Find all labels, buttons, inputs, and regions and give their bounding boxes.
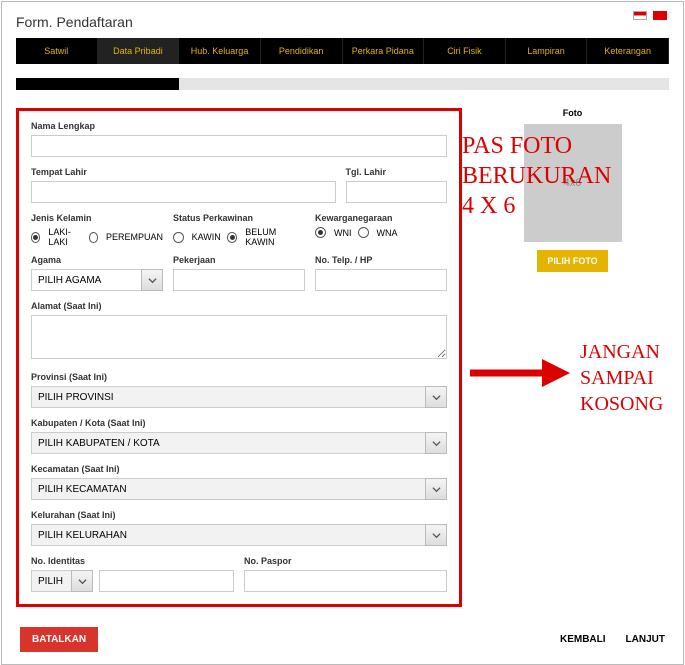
input-paspor[interactable] [244,570,447,592]
label-alamat: Alamat (Saat Ini) [31,301,447,311]
radio-laki[interactable] [31,232,40,243]
form-main: Nama Lengkap Tempat Lahir Tgl. Lahir Jen… [16,108,462,607]
tab-keterangan[interactable]: Keterangan [587,38,669,64]
tab-ciri-fisik[interactable]: Ciri Fisik [424,38,506,64]
select-kec[interactable] [31,478,447,500]
radio-wni[interactable] [315,227,326,238]
input-tempat[interactable] [31,181,336,203]
input-noid[interactable] [99,570,234,592]
tab-pendidikan[interactable]: Pendidikan [261,38,343,64]
tab-perkara-pidana[interactable]: Perkara Pidana [343,38,425,64]
foto-panel: Foto 4x6 PILIH FOTO [476,108,669,607]
label-foto: Foto [476,108,669,118]
tab-data-pribadi[interactable]: Data Pribadi [98,38,180,64]
select-prov[interactable] [31,386,447,408]
pilih-foto-button[interactable]: PILIH FOTO [537,250,607,272]
tab-bar: Satwil Data Pribadi Hub. Keluarga Pendid… [16,38,669,64]
chevron-down-icon[interactable] [71,570,93,592]
label-paspor: No. Paspor [244,556,447,566]
foto-placeholder[interactable]: 4x6 [524,124,622,242]
label-noid: No. Identitas [31,556,234,566]
input-telp[interactable] [315,269,447,291]
input-tgl[interactable] [346,181,448,203]
chevron-down-icon[interactable] [141,269,163,291]
chevron-down-icon[interactable] [425,386,447,408]
select-kab[interactable] [31,432,447,454]
chevron-down-icon[interactable] [425,478,447,500]
input-pekerjaan[interactable] [173,269,305,291]
label-nama: Nama Lengkap [31,121,447,131]
tab-lampiran[interactable]: Lampiran [506,38,588,64]
flag-id-icon[interactable] [633,11,647,20]
cancel-button[interactable]: BATALKAN [20,627,98,652]
label-kec: Kecamatan (Saat Ini) [31,464,447,474]
back-link[interactable]: KEMBALI [560,634,606,645]
label-jk: Jenis Kelamin [31,213,163,223]
label-kab: Kabupaten / Kota (Saat Ini) [31,418,447,428]
tab-hub-keluarga[interactable]: Hub. Keluarga [179,38,261,64]
label-kwn: Kewarganegaraan [315,213,447,223]
chevron-down-icon[interactable] [425,524,447,546]
label-kel: Kelurahan (Saat Ini) [31,510,447,520]
label-tgl: Tgl. Lahir [346,167,448,177]
label-status: Status Perkawinan [173,213,305,223]
progress-bar [16,78,669,90]
select-kel[interactable] [31,524,447,546]
page-title: Form. Pendaftaran [2,2,683,38]
radio-kawin[interactable] [173,232,184,243]
label-prov: Provinsi (Saat Ini) [31,372,447,382]
next-link[interactable]: LANJUT [626,634,665,645]
flag-en-icon[interactable] [653,11,667,20]
label-pekerjaan: Pekerjaan [173,255,305,265]
label-agama: Agama [31,255,163,265]
textarea-alamat[interactable] [31,315,447,359]
input-nama[interactable] [31,135,447,157]
label-tempat: Tempat Lahir [31,167,336,177]
radio-belum-kawin[interactable] [227,232,238,243]
chevron-down-icon[interactable] [425,432,447,454]
radio-perempuan[interactable] [89,232,98,243]
tab-satwil[interactable]: Satwil [16,38,98,64]
radio-wna[interactable] [358,227,369,238]
label-telp: No. Telp. / HP [315,255,447,265]
